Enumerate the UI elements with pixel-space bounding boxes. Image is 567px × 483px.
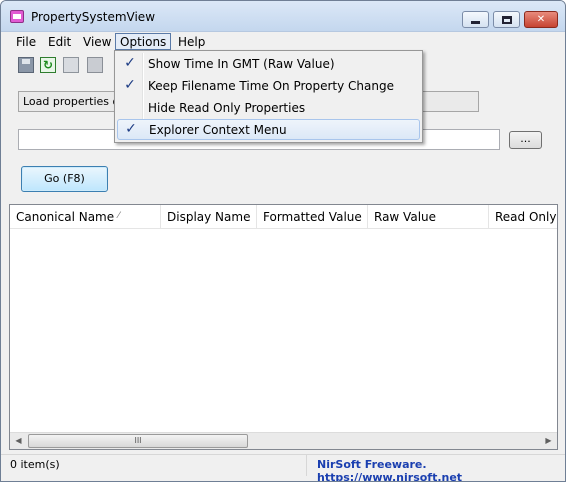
column-header-formatted-value[interactable]: Formatted Value [257, 205, 368, 229]
menu-options[interactable]: Options [115, 33, 172, 50]
column-header-display-name[interactable]: Display Name [161, 205, 257, 229]
menu-view[interactable]: View [79, 33, 115, 50]
close-icon: ✕ [536, 14, 546, 25]
menu-file[interactable]: File [12, 33, 40, 50]
checkmark-icon [122, 99, 138, 116]
window-title: PropertySystemView [31, 10, 156, 24]
maximize-button[interactable] [493, 11, 520, 28]
menu-item-hide-read-only[interactable]: Hide Read Only Properties [117, 98, 420, 119]
menu-help[interactable]: Help [174, 33, 209, 50]
properties-list[interactable]: Canonical Name ⁄ Display Name Formatted … [9, 204, 558, 450]
options-menu: ✓ Show Time In GMT (Raw Value) ✓ Keep Fi… [114, 50, 423, 143]
menu-edit[interactable]: Edit [44, 33, 75, 50]
checkmark-icon: ✓ [124, 77, 136, 93]
menu-item-keep-filename-time[interactable]: ✓ Keep Filename Time On Property Change [117, 76, 420, 97]
item-count: 0 item(s) [1, 455, 307, 476]
maximize-icon [501, 15, 512, 24]
column-header-read-only[interactable]: Read Only [489, 205, 559, 229]
column-header-raw-value[interactable]: Raw Value [368, 205, 489, 229]
minimize-icon [471, 21, 480, 24]
nirsoft-link[interactable]: NirSoft Freeware. https://www.nirsoft.ne… [317, 458, 565, 481]
scrollbar-thumb[interactable]: III [28, 434, 248, 448]
app-icon [10, 10, 24, 23]
browse-button[interactable]: ... [509, 131, 542, 149]
status-bar: 0 item(s) NirSoft Freeware. https://www.… [1, 454, 565, 481]
go-button[interactable]: Go (F8) [21, 166, 108, 192]
horizontal-scrollbar[interactable]: ◀ III ▶ [10, 432, 557, 449]
properties-icon[interactable] [87, 57, 103, 73]
main-window: PropertySystemView ✕ File Edit View Opti… [0, 0, 566, 482]
refresh-icon[interactable]: ↻ [40, 57, 56, 73]
list-body[interactable] [10, 230, 557, 433]
copy-icon[interactable] [63, 57, 79, 73]
menu-bar: File Edit View Options Help [1, 32, 565, 51]
column-header-canonical-name[interactable]: Canonical Name ⁄ [10, 205, 161, 229]
menu-item-explorer-context-menu[interactable]: ✓ Explorer Context Menu [117, 119, 420, 140]
scroll-right-icon[interactable]: ▶ [540, 433, 557, 449]
menu-item-label: Keep Filename Time On Property Change [148, 79, 394, 93]
minimize-button[interactable] [462, 11, 489, 28]
scroll-left-icon[interactable]: ◀ [10, 433, 27, 449]
menu-item-label: Explorer Context Menu [149, 123, 287, 137]
title-bar[interactable]: PropertySystemView ✕ [1, 1, 565, 32]
checkmark-icon: ✓ [125, 121, 137, 137]
menu-item-label: Show Time In GMT (Raw Value) [148, 57, 335, 71]
close-button[interactable]: ✕ [524, 11, 558, 28]
menu-item-show-time-gmt[interactable]: ✓ Show Time In GMT (Raw Value) [117, 54, 420, 75]
checkmark-icon: ✓ [124, 55, 136, 71]
menu-item-label: Hide Read Only Properties [148, 101, 306, 115]
list-header: Canonical Name ⁄ Display Name Formatted … [10, 205, 557, 229]
sort-indicator-icon: ⁄ [118, 211, 120, 221]
save-icon[interactable] [18, 57, 34, 73]
